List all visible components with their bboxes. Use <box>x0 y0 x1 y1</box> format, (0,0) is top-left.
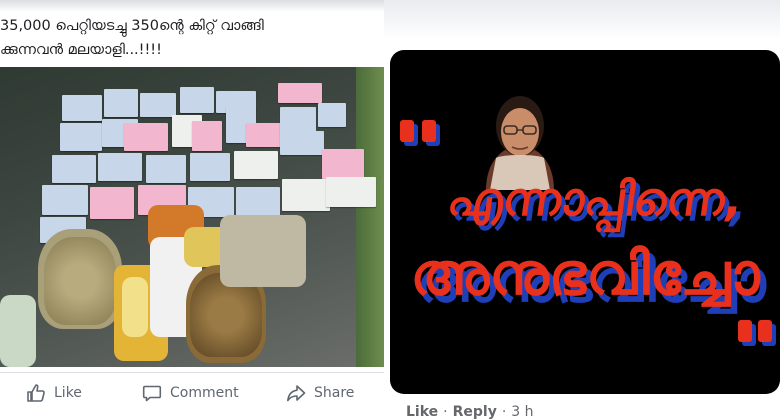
share-label: Share <box>314 385 355 401</box>
fine-ticket <box>280 107 316 133</box>
fine-ticket <box>326 177 376 207</box>
meme-line1: എന്നാപ്പിന്നെ, <box>443 172 746 234</box>
fine-ticket <box>282 179 330 211</box>
share-arrow-icon <box>287 385 306 402</box>
fine-ticket <box>192 121 222 151</box>
fine-ticket <box>98 153 142 181</box>
comment-meta: Like · Reply · 3 h <box>406 404 534 420</box>
post-action-bar: Like Comment Share <box>0 372 384 412</box>
fine-ticket <box>104 89 138 117</box>
comment-like-link[interactable]: Like <box>406 404 438 420</box>
fine-ticket <box>146 155 186 183</box>
post-header-fade <box>0 0 384 12</box>
photo-foliage <box>356 67 384 367</box>
post-photo[interactable] <box>0 67 384 367</box>
fine-ticket <box>140 93 176 117</box>
comment-header-fade <box>384 0 780 40</box>
plastic-bag <box>0 295 36 367</box>
comment-panel: എന്നാപ്പിന്നെ, എന്നാപ്പിന്നെ, അനുഭവിച്ചോ… <box>384 0 780 420</box>
fine-ticket <box>280 131 324 155</box>
fine-ticket <box>190 153 230 181</box>
fine-ticket <box>62 95 102 121</box>
comment-time[interactable]: 3 h <box>511 404 533 420</box>
separator-dot: · <box>443 404 448 420</box>
fine-ticket <box>90 187 134 219</box>
fine-ticket <box>124 123 168 151</box>
fine-ticket <box>278 83 322 103</box>
fine-ticket <box>246 123 282 147</box>
comment-button[interactable]: Comment <box>142 381 239 405</box>
meme-graphic: എന്നാപ്പിന്നെ, എന്നാപ്പിന്നെ, അനുഭവിച്ചോ… <box>400 96 776 346</box>
grocery-label <box>122 277 148 337</box>
thumbs-up-icon <box>27 384 45 402</box>
plastic-bag <box>220 215 306 287</box>
meme-line2: അനുഭവിച്ചോ <box>410 240 761 308</box>
caption-line-1: 35,000 പെറ്റിയടച്ചു 350ന്റെ കിറ്റ് വാങ്ങ… <box>0 18 264 34</box>
post-caption: 35,000 പെറ്റിയടച്ചു 350ന്റെ കിറ്റ് വാങ്ങ… <box>0 14 384 62</box>
share-button[interactable]: Share <box>286 381 354 405</box>
close-quote-mark <box>738 320 776 346</box>
fine-ticket <box>180 87 214 113</box>
caption-line-2: ക്കുന്നവൻ മലയാളി...!!!! <box>0 42 162 58</box>
grain-sack <box>44 237 116 325</box>
like-label: Like <box>54 385 82 401</box>
fine-ticket <box>234 151 278 179</box>
fine-ticket <box>318 103 346 127</box>
fine-ticket <box>42 185 88 215</box>
comment-label: Comment <box>170 385 239 401</box>
comment-reply-link[interactable]: Reply <box>453 404 497 420</box>
like-button[interactable]: Like <box>26 381 82 405</box>
open-quote-mark <box>400 120 440 146</box>
fine-ticket <box>322 149 364 179</box>
fine-ticket <box>60 123 102 151</box>
facebook-post: 35,000 പെറ്റിയടച്ചു 350ന്റെ കിറ്റ് വാങ്ങ… <box>0 0 384 420</box>
separator-dot: · <box>501 404 507 420</box>
fine-ticket <box>236 187 280 217</box>
fine-ticket <box>52 155 96 183</box>
comment-icon <box>142 385 162 402</box>
comment-image-meme[interactable]: എന്നാപ്പിന്നെ, എന്നാപ്പിന്നെ, അനുഭവിച്ചോ… <box>390 50 780 394</box>
